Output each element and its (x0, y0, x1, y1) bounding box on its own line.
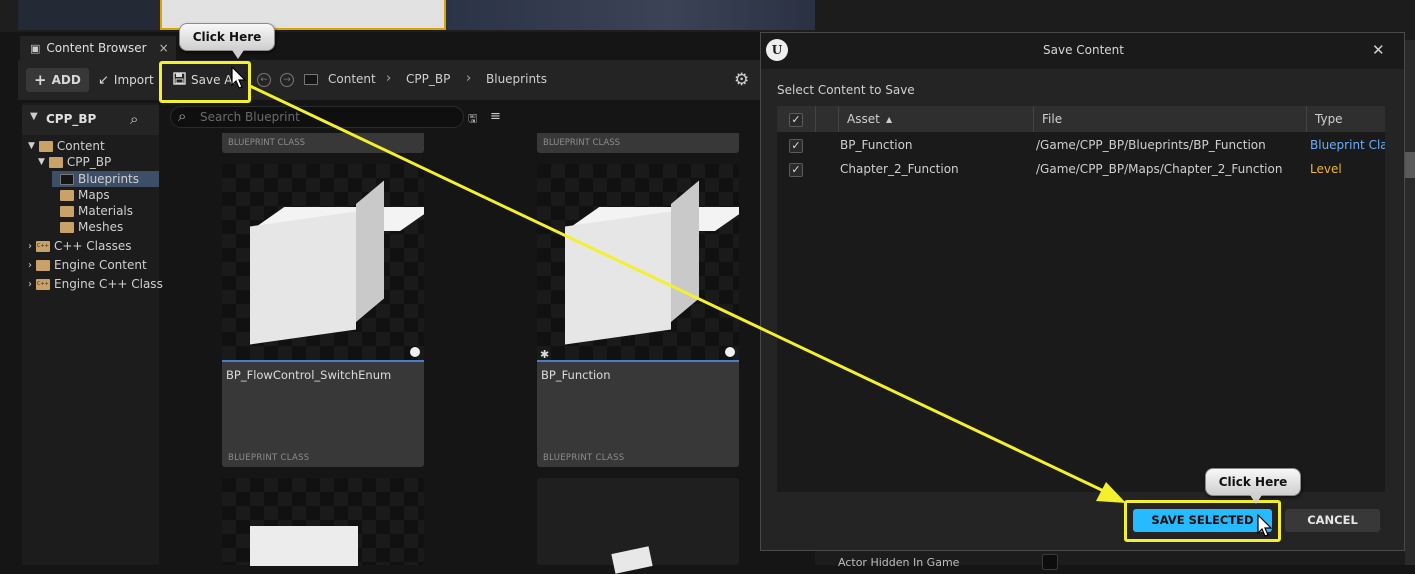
mouse-cursor-icon (1257, 514, 1273, 537)
callout-tail (232, 50, 244, 59)
click-here-callout: Click Here (1205, 468, 1301, 496)
callout-arrow (249, 84, 1126, 503)
callout-tail (1250, 495, 1262, 504)
click-here-callout: Click Here (179, 23, 275, 51)
mouse-cursor-icon (231, 66, 247, 89)
